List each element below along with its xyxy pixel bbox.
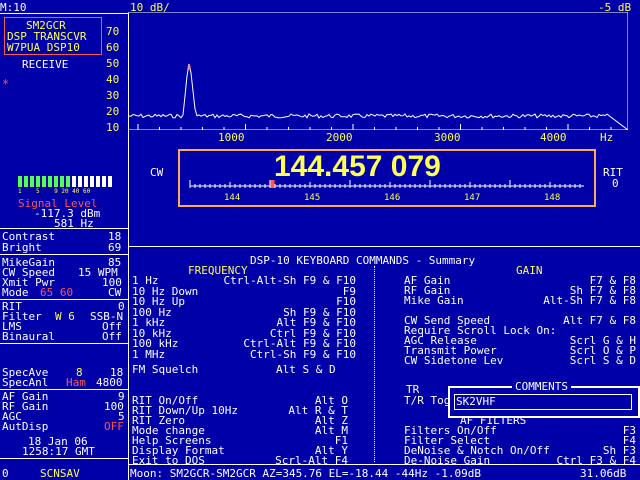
mode-type[interactable]: CW (108, 287, 121, 298)
divider (0, 13, 128, 14)
mode-indicator: M:10 (0, 1, 27, 14)
misc-cmd-key: Scrl-Alt F4 (275, 454, 348, 467)
binaural-label: Binaural (2, 330, 55, 343)
squelch-key: Alt S & D (276, 363, 336, 376)
spectrum-y-tick: 20 (106, 105, 120, 118)
signal-bar (48, 176, 52, 187)
tuning-mode: CW (150, 166, 164, 179)
filter-cmd-name: De-Noise Gain (404, 454, 491, 467)
comments-box[interactable]: COMMENTS SK2VHF (448, 381, 640, 418)
commands-title: DSP-10 KEYBOARD COMMANDS - Summary (250, 254, 476, 267)
spectrum-y-tick: 10 (106, 121, 120, 134)
freq-cmd-name: 1 MHz (132, 347, 166, 361)
autodisp-value[interactable]: OFF (104, 421, 124, 432)
peak-marker-icon: * (186, 64, 192, 75)
scale-label: 145 (304, 193, 320, 202)
spectrum-x-tick: 4000 (540, 131, 567, 144)
signal-bar (66, 176, 70, 187)
misc-cmd-name: Exit to DOS (132, 454, 205, 467)
scroll-cmd-key: Alt F7 & F8 (563, 314, 636, 327)
mode-value[interactable]: 65 60 (40, 287, 73, 298)
freq-cmd-key: Ctrl-Sh F9 & F10 (250, 347, 356, 361)
signal-bar (102, 176, 106, 187)
comments-text[interactable]: SK2VHF (456, 396, 496, 407)
scroll-cmd-name: CW Sidetone Lev (404, 354, 504, 367)
spectrum-y-tick: 50 (106, 57, 120, 70)
specanl-label: SpecAnl (2, 376, 49, 389)
binaural-value[interactable]: Off (102, 331, 122, 342)
spectrum-x-unit: Hz (600, 131, 614, 144)
bright-label: Bright (2, 241, 42, 254)
signal-bar (24, 176, 28, 187)
frequency-value: 144.457 079 (274, 150, 441, 183)
spectrum-y-tick: 30 (106, 89, 120, 102)
receive-label: RECEIVE (22, 58, 69, 71)
scroll-cmd-key: Scrl S & D (569, 354, 636, 367)
autodisp-label: AutDisp (2, 420, 49, 433)
signal-bar (90, 176, 94, 187)
signal-bar (72, 176, 76, 187)
bright-value[interactable]: 69 (108, 242, 121, 253)
gain-cmd-name: Mike Gain (404, 294, 464, 307)
signal-bar (60, 176, 64, 187)
scale-label: 148 (544, 193, 560, 202)
signal-bar (108, 176, 112, 187)
signal-bar (84, 176, 88, 187)
scale-label: 144 (224, 193, 240, 202)
comments-title: COMMENTS (512, 381, 571, 392)
spectrum-plot[interactable]: * (128, 12, 628, 130)
specanl-value[interactable]: Ham (66, 377, 86, 388)
moon-loss: 31.06dB (580, 467, 627, 480)
gain-cmd-key: Alt-Sh F7 & F8 (543, 294, 636, 307)
cursor-marker-icon: * (2, 77, 10, 91)
gain-header: GAIN (516, 264, 543, 277)
scale-label: 147 (464, 193, 480, 202)
tr-tog-label: T/R Tog (404, 394, 451, 407)
frequency-scale[interactable]: 144 145 146 147 148 (184, 180, 590, 202)
tuning-marker (270, 180, 275, 188)
signal-bar (78, 176, 82, 187)
spectrum-x-tick: 3000 (434, 131, 461, 144)
signal-meter (18, 176, 113, 187)
filter-value[interactable]: W 6 (55, 311, 75, 322)
signal-scale: 1 5 9 20 40 60 (18, 188, 91, 195)
signal-bar (42, 176, 46, 187)
freq-cmd-key: Ctrl-Alt-Sh F9 & F10 (223, 274, 356, 287)
spectrum-x-tick: 2000 (326, 131, 353, 144)
mode-label: Mode (2, 286, 29, 299)
station-author: W7PUA DSP10 (7, 41, 80, 54)
filter-cmd-key: Ctrl F3 & F4 (556, 454, 636, 467)
spectrum-y-tick: 70 (106, 25, 120, 38)
moon-status: Moon: SM2GCR-SM2GCR AZ=345.76 EL=-18.44 … (130, 467, 481, 480)
signal-bar (18, 176, 22, 187)
signal-bar (36, 176, 40, 187)
station-box: SM2GCR DSP TRANSCVR W7PUA DSP10 (4, 17, 102, 55)
rit-value: 0 (612, 177, 619, 190)
squelch-name: FM Squelch (132, 363, 199, 376)
signal-bar (30, 176, 34, 187)
spectrum-y-tick: 60 (106, 41, 120, 54)
spectrum-trace (128, 63, 628, 130)
specanl-value2[interactable]: 4800 (96, 377, 123, 388)
time: 1258:17 GMT (22, 445, 95, 458)
signal-bar (96, 176, 100, 187)
scnsav-label[interactable]: SCNSAV (40, 468, 80, 479)
spectrum-y-tick: 40 (106, 73, 120, 86)
spectrum-x-tick: 1000 (218, 131, 245, 144)
scale-label: 146 (384, 193, 400, 202)
bottom-zero: 0 (2, 467, 9, 480)
signal-bar (54, 176, 58, 187)
frequency-display[interactable]: 144.457 079 144 145 146 147 148 (178, 149, 596, 207)
